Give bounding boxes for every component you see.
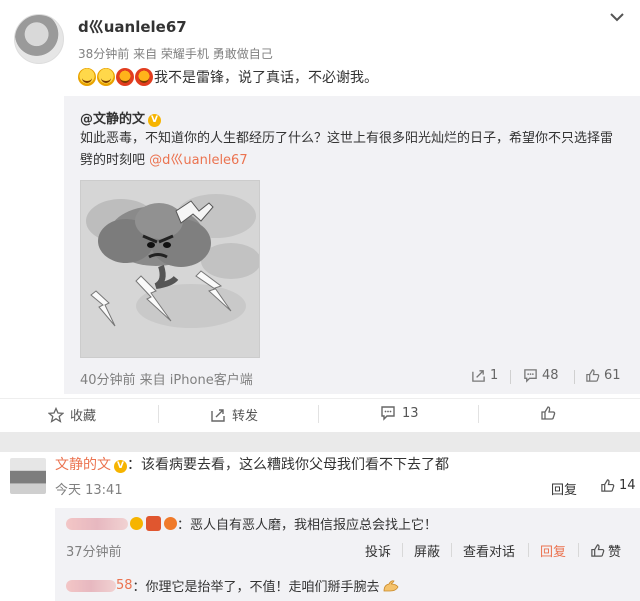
storm-cloud-illustration bbox=[81, 181, 261, 357]
subreply-item: ：恶人自有恶人磨，我相信报应总会找上它！ bbox=[66, 514, 437, 533]
divider bbox=[451, 543, 452, 557]
blurred-username[interactable] bbox=[66, 579, 116, 592]
verified-badge-icon: V bbox=[148, 114, 162, 127]
thumbs-up-icon bbox=[541, 406, 556, 420]
repost-share-stat[interactable]: 1 bbox=[471, 368, 498, 383]
favorite-button[interactable]: 收藏 bbox=[48, 405, 96, 424]
verified-badge-icon: V bbox=[114, 460, 127, 473]
fire-icon bbox=[164, 517, 177, 530]
forward-button[interactable]: 转发 bbox=[210, 405, 258, 424]
repost-share-count: 1 bbox=[490, 368, 499, 383]
subreply-like-label: 赞 bbox=[608, 545, 622, 560]
comment-like-button[interactable]: 14 bbox=[600, 478, 636, 493]
comment-time: 今天 13:41 bbox=[55, 483, 123, 498]
grin-icon bbox=[78, 68, 96, 86]
divider bbox=[478, 405, 479, 423]
subreply-text: ：你理它是抬举了，不值！走咱们掰手腕去 bbox=[132, 580, 380, 595]
divider bbox=[158, 405, 159, 423]
mention-link[interactable]: @d巛uanlele67 bbox=[149, 153, 247, 168]
divider bbox=[578, 543, 579, 557]
flex-arm-icon bbox=[382, 579, 400, 593]
laugh-cry-icon bbox=[135, 68, 153, 86]
share-icon bbox=[211, 408, 225, 422]
view-conversation-button[interactable]: 查看对话 bbox=[463, 541, 515, 560]
comment-avatar[interactable] bbox=[10, 458, 46, 494]
subreply-name-tail[interactable]: 58 bbox=[116, 578, 133, 593]
repost-comment-stat[interactable]: 48 bbox=[523, 368, 559, 383]
divider bbox=[318, 405, 319, 423]
thumbs-up-icon bbox=[586, 369, 600, 382]
subreply-reply-button[interactable]: 回复 bbox=[540, 541, 566, 560]
forward-label: 转发 bbox=[232, 409, 259, 424]
subreply-text: ：恶人自有恶人磨，我相信报应总会找上它！ bbox=[177, 518, 438, 533]
post-meta: 38分钟前 来自 荣耀手机 勇敢做自己 bbox=[78, 47, 273, 61]
divider bbox=[528, 543, 529, 557]
subreply-item: 58 ：你理它是抬举了，不值！走咱们掰手腕去 bbox=[66, 576, 400, 595]
divider bbox=[402, 543, 403, 557]
comment-text: 文静的文 V ：该看病要去看，这么糟践你父母我们看不下去了都 bbox=[55, 454, 449, 474]
star-icon bbox=[48, 406, 64, 423]
repost-like-stat[interactable]: 61 bbox=[585, 368, 621, 383]
favorite-label: 收藏 bbox=[70, 409, 97, 424]
subreply-like-button[interactable]: 赞 bbox=[590, 541, 621, 560]
repost-like-count: 61 bbox=[604, 368, 621, 383]
divider bbox=[510, 370, 511, 384]
repost-text-line1: 如此恶毒，不知道你的人生都经历了什么？这世上有很多阳光灿烂的日子，希望你不只选择… bbox=[80, 131, 614, 146]
thumbs-up-icon bbox=[591, 544, 605, 557]
section-gap bbox=[0, 432, 640, 452]
blurred-username[interactable] bbox=[66, 517, 128, 530]
subreply-time: 37分钟前 bbox=[66, 545, 122, 560]
repost-author[interactable]: @文静的文 V bbox=[80, 108, 162, 127]
repost-comment-count: 48 bbox=[542, 368, 559, 383]
comment-content: ：该看病要去看，这么糟践你父母我们看不下去了都 bbox=[127, 457, 449, 473]
share-icon bbox=[472, 370, 485, 382]
post-text-content: 我不是雷锋，说了真话，不必谢我。 bbox=[154, 70, 378, 86]
comment-like-count: 14 bbox=[619, 478, 636, 493]
repost-author-name[interactable]: @文静的文 bbox=[80, 112, 145, 127]
comment-button[interactable]: 13 bbox=[380, 405, 419, 421]
member-badge-icon bbox=[146, 516, 161, 531]
laugh-cry-icon bbox=[116, 68, 134, 86]
comment-icon bbox=[381, 406, 395, 421]
comment-icon bbox=[524, 369, 537, 383]
reply-button[interactable]: 回复 bbox=[551, 479, 577, 498]
like-button[interactable] bbox=[540, 405, 556, 421]
post-username[interactable]: d巛uanlele67 bbox=[78, 16, 187, 37]
block-button[interactable]: 屏蔽 bbox=[414, 541, 440, 560]
chevron-down-icon[interactable] bbox=[608, 8, 626, 26]
repost-meta: 40分钟前 来自 iPhone客户端 bbox=[80, 373, 253, 388]
comment-author[interactable]: 文静的文 bbox=[55, 457, 111, 473]
report-button[interactable]: 投诉 bbox=[365, 541, 391, 560]
storm-cloud-image[interactable] bbox=[80, 180, 261, 358]
post-text: 我不是雷锋，说了真话，不必谢我。 bbox=[78, 67, 378, 87]
avatar[interactable] bbox=[14, 14, 64, 64]
grin-icon bbox=[97, 68, 115, 86]
repost-text: 如此恶毒，不知道你的人生都经历了什么？这世上有很多阳光灿烂的日子，希望你不只选择… bbox=[80, 128, 620, 172]
divider bbox=[574, 370, 575, 384]
comment-count: 13 bbox=[402, 405, 419, 421]
verified-badge-icon bbox=[130, 517, 143, 530]
repost-text-line2: 劈的时刻吧 bbox=[80, 153, 150, 168]
thumbs-up-icon bbox=[601, 479, 615, 492]
